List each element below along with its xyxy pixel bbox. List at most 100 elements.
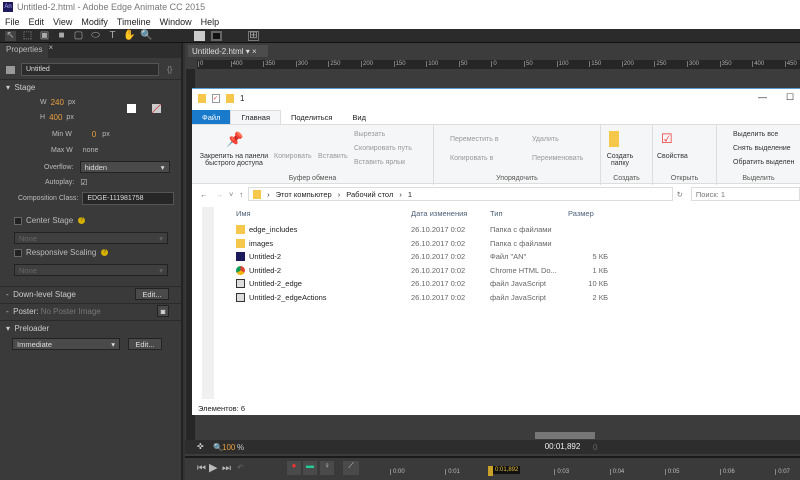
file-row[interactable]: images 26.10.2017 0:02 Папка с файлами xyxy=(236,237,552,250)
column-date[interactable]: Дата изменения xyxy=(411,209,467,218)
menu-window[interactable]: Window xyxy=(160,17,192,27)
search-input[interactable]: Поиск: 1 xyxy=(690,187,800,201)
file-row[interactable]: Untitled-2_edge 26.10.2017 0:02 файл JavaS… xyxy=(236,277,608,290)
properties-tab[interactable]: Properties xyxy=(0,43,49,58)
select-all-button[interactable]: Выделить все xyxy=(733,131,778,138)
tab-view[interactable]: Вид xyxy=(342,110,376,124)
rounded-rect-tool-icon[interactable]: ▢ xyxy=(73,30,84,41)
text-tool-icon[interactable]: T xyxy=(107,30,118,41)
back-arrow-icon[interactable]: ← xyxy=(200,190,208,199)
camera-icon[interactable]: ◙ xyxy=(157,305,169,317)
pin-quick-access-button[interactable]: Закрепить на панели быстрого доступа xyxy=(195,153,273,167)
horizontal-scrollbar[interactable] xyxy=(535,432,595,439)
file-row[interactable]: edge_includes 26.10.2017 0:02 Папка с файл… xyxy=(236,223,552,236)
auto-transition-icon[interactable]: ▬ xyxy=(303,461,317,475)
properties-button[interactable]: Свойства xyxy=(657,153,688,160)
address-bar[interactable]: › Этот компьютер › Рабочий стол › 1 xyxy=(248,187,673,201)
recent-chevron-icon[interactable]: ˅ xyxy=(229,190,233,199)
delete-button[interactable]: Удалить xyxy=(532,136,559,143)
down-level-edit-button[interactable]: Edit... xyxy=(135,288,169,300)
up-arrow-icon[interactable]: ↑ xyxy=(239,190,243,199)
copy-path-button[interactable]: Скопировать путь xyxy=(354,145,412,152)
go-to-end-icon[interactable]: ⏭ xyxy=(222,463,231,474)
help-icon[interactable]: ? xyxy=(78,217,86,224)
close-tab-icon[interactable]: × xyxy=(48,43,53,58)
paste-shortcut-button[interactable]: Вставить ярлык xyxy=(354,159,405,166)
new-folder-icon[interactable] xyxy=(226,94,234,103)
menu-view[interactable]: View xyxy=(53,17,72,27)
file-row[interactable]: Untitled-2 26.10.2017 0:02 Файл "AN" 5 КБ xyxy=(236,250,608,263)
paste-button[interactable]: Вставить xyxy=(318,153,348,160)
frame-value[interactable]: 0 xyxy=(593,443,597,452)
stroke-color-swatch[interactable] xyxy=(211,30,222,41)
breadcrumb-computer[interactable]: Этот компьютер xyxy=(276,190,332,199)
code-icon[interactable]: {} xyxy=(167,65,172,74)
breadcrumb-folder[interactable]: 1 xyxy=(408,190,412,199)
tab-home[interactable]: Главная xyxy=(230,110,281,124)
crosshair-icon[interactable]: ✜ xyxy=(197,442,204,451)
column-type[interactable]: Тип xyxy=(490,209,503,218)
autoplay-checkbox[interactable]: ☑ xyxy=(80,178,87,187)
rename-button[interactable]: Переименовать xyxy=(532,155,583,162)
new-folder-button[interactable]: Создать папку xyxy=(605,153,635,167)
preloader-section-header[interactable]: ▾ Preloader xyxy=(0,320,181,335)
pin-icon[interactable]: ♀ xyxy=(320,461,334,475)
column-size[interactable]: Размер xyxy=(568,209,594,218)
rectangle-tool-icon[interactable]: ■ xyxy=(56,30,67,41)
menu-help[interactable]: Help xyxy=(201,17,220,27)
tab-share[interactable]: Поделиться xyxy=(281,110,342,124)
center-stage-checkbox[interactable] xyxy=(14,216,22,225)
nav-pane-scrollbar[interactable] xyxy=(202,207,214,399)
border-color-swatch[interactable] xyxy=(152,104,161,113)
transform-tool-icon[interactable]: ⬚ xyxy=(22,30,33,41)
column-name[interactable]: Имя xyxy=(236,209,251,218)
preloader-edit-button[interactable]: Edit... xyxy=(128,338,162,350)
minimize-button[interactable]: — xyxy=(758,92,767,102)
menu-file[interactable]: File xyxy=(5,17,20,27)
overflow-select[interactable]: hidden ▾ xyxy=(79,161,170,173)
file-row[interactable]: Untitled-2_edgeActions 26.10.2017 0:02 фай… xyxy=(236,291,608,304)
cut-button[interactable]: Вырезать xyxy=(354,131,385,138)
stage-section-header[interactable]: ▾ Stage xyxy=(0,79,181,94)
play-icon[interactable]: ▶ xyxy=(209,461,217,474)
copy-to-button[interactable]: Копировать в xyxy=(450,155,493,162)
max-w-value[interactable]: none xyxy=(83,147,99,154)
stage-color-swatch[interactable] xyxy=(127,104,136,113)
refresh-icon[interactable]: ↻ xyxy=(677,190,683,199)
time-ruler[interactable]: 0:00 0:01 0:03 0:04 0:05 0:06 0:07 xyxy=(390,458,800,480)
composition-class-field[interactable]: EDGE-111981758 xyxy=(82,192,175,205)
width-value[interactable]: 240 xyxy=(51,98,64,107)
height-value[interactable]: 400 xyxy=(49,113,62,122)
select-none-button[interactable]: Снять выделение xyxy=(733,145,791,152)
zoom-tool-icon[interactable]: 🔍 xyxy=(140,30,152,41)
menu-timeline[interactable]: Timeline xyxy=(117,17,151,27)
invert-selection-button[interactable]: Обратить выделен xyxy=(733,159,794,166)
grid-icon[interactable]: ⊞ xyxy=(248,30,259,41)
clipping-tool-icon[interactable]: ▣ xyxy=(39,30,50,41)
select-tool-icon[interactable]: ↖ xyxy=(5,30,16,41)
hand-tool-icon[interactable]: ✋ xyxy=(123,30,135,41)
tab-file[interactable]: Файл xyxy=(192,110,231,124)
help-icon[interactable]: ? xyxy=(101,249,109,256)
move-to-button[interactable]: Переместить в xyxy=(450,136,499,143)
responsive-scaling-checkbox[interactable] xyxy=(14,248,22,257)
file-row[interactable]: Untitled-2 26.10.2017 0:02 Chrome HTML Do.… xyxy=(236,264,608,277)
go-to-start-icon[interactable]: ⏮ xyxy=(197,463,206,474)
preloader-select[interactable]: Immediate ▾ xyxy=(12,338,120,350)
fill-color-swatch[interactable] xyxy=(194,30,205,41)
min-w-value[interactable]: 0 xyxy=(92,130,96,139)
menu-edit[interactable]: Edit xyxy=(29,17,45,27)
forward-arrow-icon[interactable]: → xyxy=(216,190,224,199)
current-time[interactable]: 00:01,892 xyxy=(535,442,590,451)
menu-modify[interactable]: Modify xyxy=(81,17,108,27)
zoom-value[interactable]: 100 xyxy=(222,443,235,452)
record-icon[interactable]: ● xyxy=(287,461,301,475)
easing-icon[interactable]: ⟋ xyxy=(343,461,359,475)
element-name-field[interactable]: Untitled xyxy=(21,63,159,76)
loop-icon[interactable]: ↶ xyxy=(237,463,244,472)
ellipse-tool-icon[interactable]: ⬭ xyxy=(90,30,101,41)
breadcrumb-desktop[interactable]: Рабочий стол xyxy=(346,190,393,199)
document-tab[interactable]: Untitled-2.html ▾ × xyxy=(188,45,268,57)
maximize-button[interactable]: ☐ xyxy=(786,92,794,103)
copy-button[interactable]: Копировать xyxy=(274,153,312,160)
